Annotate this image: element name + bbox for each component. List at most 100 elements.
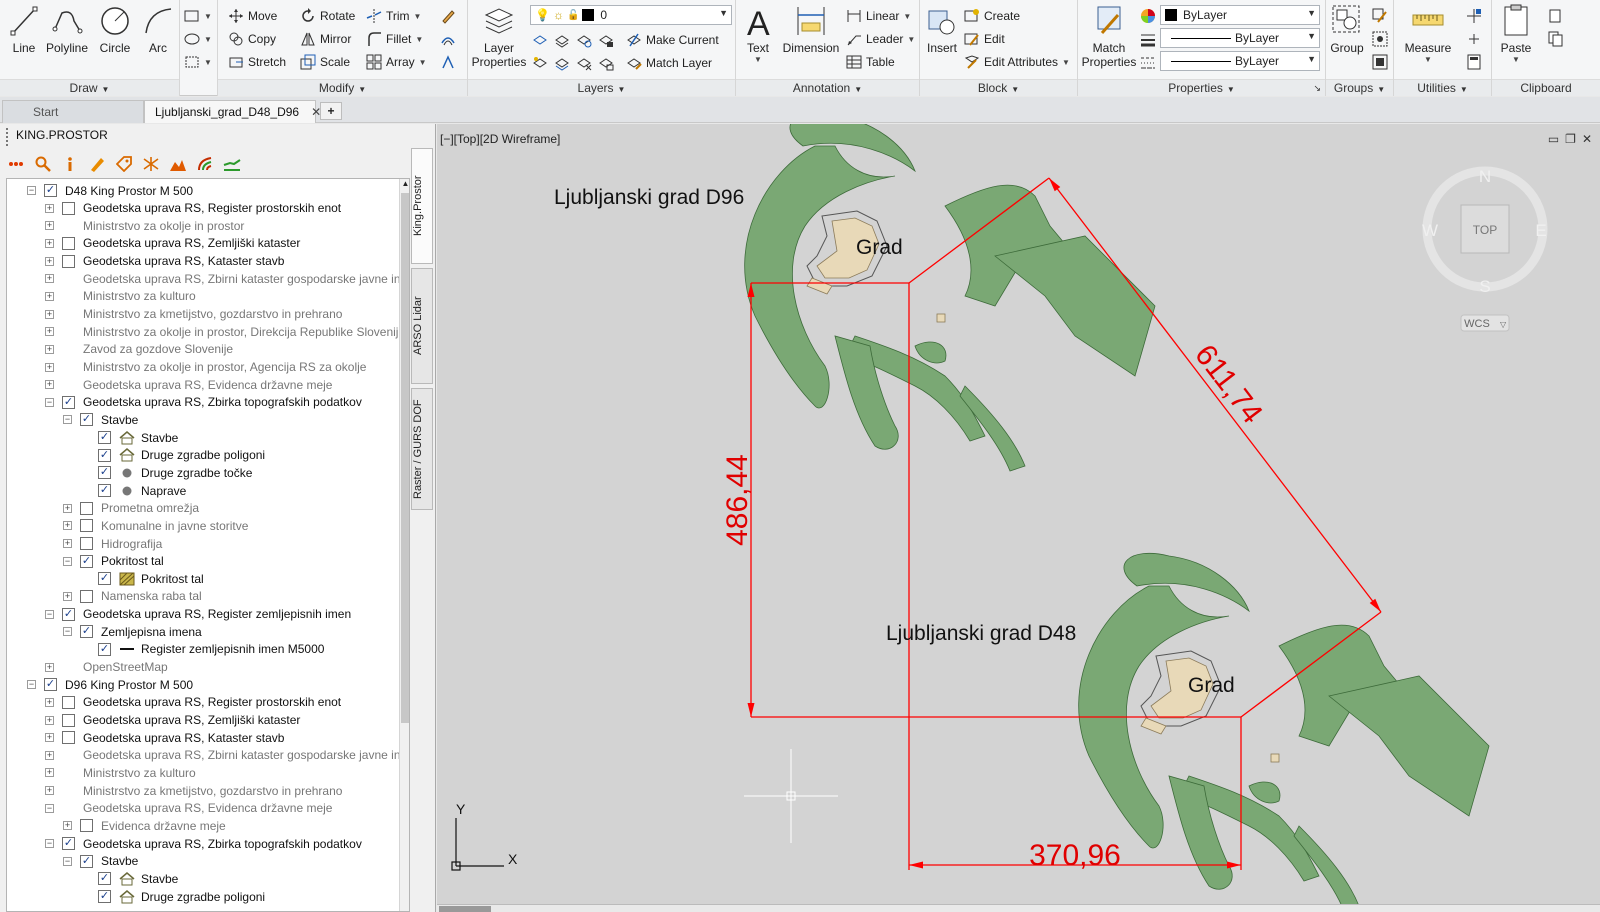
paste-button[interactable]: Paste ▼ bbox=[1496, 3, 1536, 64]
scroll-thumb[interactable] bbox=[401, 193, 409, 723]
table-button[interactable]: Table bbox=[846, 52, 895, 72]
expand-icon[interactable]: + bbox=[45, 362, 54, 372]
tab-arso-lidar[interactable]: ARSO Lidar bbox=[411, 268, 433, 384]
expand-icon[interactable]: + bbox=[45, 291, 54, 301]
viewcube-top-label[interactable]: TOP bbox=[1473, 223, 1497, 237]
arc-button[interactable]: Arc bbox=[138, 3, 178, 55]
tree-row[interactable]: ✓ Naprave bbox=[81, 482, 186, 499]
layer-checkbox[interactable] bbox=[62, 695, 75, 709]
layer-isolate-icon[interactable] bbox=[554, 32, 570, 48]
label-grad-d96[interactable]: Grad bbox=[856, 236, 903, 259]
cut-icon[interactable] bbox=[1548, 6, 1564, 26]
collapse-icon[interactable]: − bbox=[63, 556, 72, 566]
insert-button[interactable]: Insert bbox=[924, 3, 960, 55]
move-button[interactable]: Move bbox=[228, 6, 277, 26]
layer-checkbox[interactable]: ✓ bbox=[80, 625, 93, 639]
scroll-thumb[interactable] bbox=[439, 906, 491, 912]
tree-row[interactable]: + Evidenca državne meje bbox=[63, 817, 226, 834]
layer-checkbox[interactable]: ✓ bbox=[80, 554, 93, 568]
tree-row[interactable]: − ✓ Stavbe bbox=[63, 411, 138, 428]
collapse-icon[interactable]: − bbox=[45, 397, 54, 407]
id-point-icon[interactable] bbox=[1466, 6, 1482, 26]
layer-dropdown[interactable]: 💡 ☼ 🔓 0 ▼ bbox=[530, 5, 732, 25]
properties-panel-title[interactable]: Properties ▼ ↘ bbox=[1078, 79, 1325, 96]
dimension-line-aligned[interactable] bbox=[1048, 177, 1382, 613]
expand-icon[interactable]: + bbox=[45, 274, 54, 284]
expand-icon[interactable]: + bbox=[45, 380, 54, 390]
layer-checkbox[interactable]: ✓ bbox=[62, 837, 75, 851]
layer-checkbox[interactable]: ✓ bbox=[98, 448, 111, 462]
expand-icon[interactable]: + bbox=[45, 733, 54, 743]
hatch-button[interactable]: ▼ bbox=[184, 29, 212, 49]
tree-row[interactable]: + Ministrstvo za kulturo bbox=[45, 764, 196, 781]
tree-row[interactable]: + Geodetska uprava RS, Zemljiški kataster bbox=[45, 235, 300, 252]
profile-icon[interactable] bbox=[222, 155, 241, 174]
collapse-icon[interactable]: − bbox=[45, 803, 54, 813]
layers-panel-title[interactable]: Layers ▼ bbox=[468, 79, 735, 96]
expand-icon[interactable]: + bbox=[45, 203, 54, 213]
tree-row[interactable]: + Geodetska uprava RS, Zbirni kataster go… bbox=[45, 747, 409, 764]
tree-row[interactable]: + Namenska raba tal bbox=[63, 588, 202, 605]
rotate-button[interactable]: Rotate bbox=[300, 6, 355, 26]
offset-button[interactable] bbox=[440, 29, 456, 49]
linetype-icon[interactable] bbox=[1140, 53, 1156, 73]
canvas-scrollbar[interactable] bbox=[437, 904, 1600, 912]
layer-checkbox[interactable] bbox=[80, 537, 93, 550]
compass-n[interactable]: N bbox=[1479, 167, 1491, 186]
lineweight-icon[interactable] bbox=[1140, 30, 1156, 50]
edit-attributes-button[interactable]: Edit Attributes ▼ bbox=[964, 52, 1070, 72]
explode-button[interactable] bbox=[440, 52, 456, 72]
tree-row[interactable]: − Geodetska uprava RS, Evidenca državne m… bbox=[45, 800, 332, 817]
expand-icon[interactable]: + bbox=[45, 750, 54, 760]
compass-w[interactable]: W bbox=[1422, 221, 1438, 240]
color-dropdown[interactable]: ByLayer ▼ bbox=[1160, 5, 1320, 25]
tree-row[interactable]: + Geodetska uprava RS, Register prostorsk… bbox=[45, 200, 341, 217]
layer-checkbox[interactable] bbox=[80, 589, 93, 603]
tree-row[interactable]: + Ministrstvo za kulturo bbox=[45, 288, 196, 305]
layer-checkbox[interactable] bbox=[80, 819, 93, 833]
utilities-panel-title[interactable]: Utilities ▼ bbox=[1394, 79, 1491, 96]
tree-row[interactable]: + Zavod za gozdove Slovenije bbox=[45, 341, 233, 358]
expand-icon[interactable]: + bbox=[45, 715, 54, 725]
match-layer-button[interactable]: Match Layer bbox=[626, 53, 712, 73]
tab-king-prostor[interactable]: King.Prostor bbox=[411, 148, 433, 264]
tree-row[interactable]: + Geodetska uprava RS, Zbirni kataster go… bbox=[45, 270, 409, 287]
tree-row[interactable]: ✓ Druge zgradbe poligoni bbox=[81, 447, 265, 464]
layer-checkbox[interactable] bbox=[62, 201, 75, 215]
tree-row[interactable]: − ✓ Zemljepisna imena bbox=[63, 623, 202, 640]
layer-properties-button[interactable]: Layer Properties bbox=[472, 3, 526, 69]
lineweight-dropdown[interactable]: ByLayer ▼ bbox=[1160, 28, 1320, 48]
collapse-icon[interactable]: − bbox=[63, 415, 72, 425]
layer-checkbox[interactable]: ✓ bbox=[62, 395, 75, 409]
expand-icon[interactable]: + bbox=[45, 786, 54, 796]
info-icon[interactable] bbox=[60, 155, 79, 174]
clipboard-panel-title[interactable]: Clipboard bbox=[1492, 79, 1600, 96]
tree-row[interactable]: − ✓ D96 King Prostor M 500 bbox=[27, 676, 193, 693]
expand-icon[interactable]: + bbox=[45, 327, 54, 337]
expand-icon[interactable]: + bbox=[45, 238, 54, 248]
group-select-icon[interactable] bbox=[1372, 52, 1388, 72]
layer-delete-icon[interactable] bbox=[576, 55, 592, 71]
trim-button[interactable]: Trim ▼ bbox=[366, 6, 421, 26]
layer-lock-icon[interactable] bbox=[598, 32, 614, 48]
layer-checkbox[interactable] bbox=[62, 236, 75, 250]
tree-row[interactable]: + Ministrstvo za kmetijstvo, gozdarstvo i… bbox=[45, 782, 342, 799]
collapse-icon[interactable]: − bbox=[27, 680, 36, 690]
tree-row[interactable]: ✓ Druge zgradbe poligoni bbox=[81, 888, 265, 905]
create-block-button[interactable]: Create bbox=[964, 6, 1020, 26]
dialog-launcher-icon[interactable]: ↘ bbox=[1313, 80, 1321, 96]
tree-row[interactable]: + OpenStreetMap bbox=[45, 659, 168, 676]
scale-button[interactable]: Scale bbox=[300, 52, 350, 72]
fillet-button[interactable]: Fillet ▼ bbox=[366, 29, 423, 49]
expand-icon[interactable]: + bbox=[63, 503, 72, 513]
expand-icon[interactable]: + bbox=[45, 697, 54, 707]
tree-row[interactable]: + Geodetska uprava RS, Kataster stavb bbox=[45, 253, 284, 270]
block-panel-title[interactable]: Block ▼ bbox=[920, 79, 1077, 96]
tree-scrollbar[interactable]: ▲ bbox=[399, 179, 409, 911]
tree-row[interactable]: + Geodetska uprava RS, Kataster stavb bbox=[45, 729, 284, 746]
viewcube[interactable]: TOP N S E W WCS ▽ bbox=[1422, 166, 1548, 332]
tag-icon[interactable] bbox=[114, 155, 133, 174]
tree-row[interactable]: ✓ Druge zgradbe točke bbox=[81, 464, 252, 481]
tab-raster-gurs-dof[interactable]: Raster / GURS DOF bbox=[411, 388, 433, 510]
tab-start[interactable]: Start bbox=[2, 100, 144, 123]
